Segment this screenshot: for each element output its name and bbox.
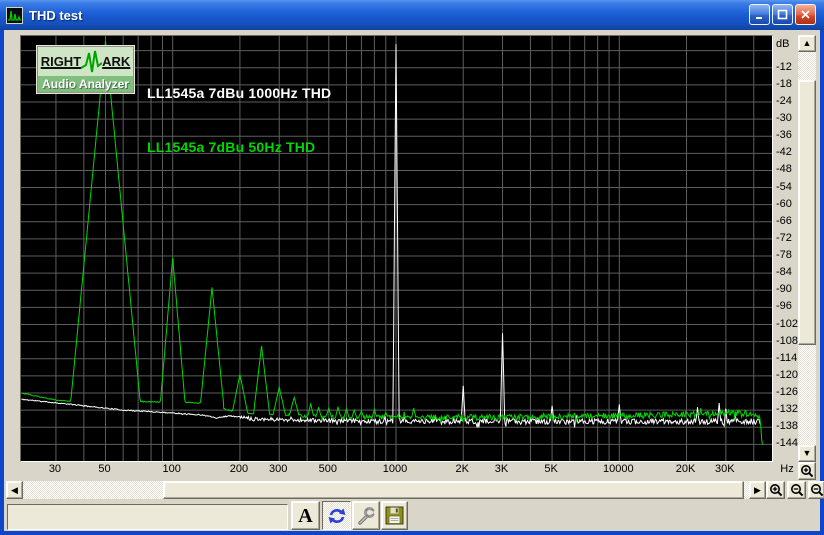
y-tick-label: -72 — [776, 231, 792, 244]
minimize-icon — [756, 17, 762, 19]
x-tick-label: 5K — [544, 463, 558, 475]
plot-legend: LL1545a 7dBu 1000Hz THD LL1545a 7dBu 50H… — [147, 48, 331, 192]
y-tick-label: -24 — [776, 94, 792, 107]
title-bar[interactable]: THD test — [0, 0, 824, 30]
y-tick-label: -114 — [776, 351, 798, 364]
horizontal-scrollbar: ◀ ▶ — [6, 481, 766, 499]
y-tick-label: -42 — [776, 146, 792, 159]
y-tick-label: -48 — [776, 163, 792, 176]
legend-entry-50hz: LL1545a 7dBu 50Hz THD — [147, 139, 316, 155]
x-tick-label: 50 — [98, 463, 111, 475]
y-tick-label: -102 — [776, 317, 799, 330]
logo-subtitle: Audio Analyzer — [38, 76, 133, 92]
scroll-up-button[interactable]: ▲ — [798, 35, 816, 52]
status-bar: Cursor: 7313 Hz, left = -136.28 dB, righ… — [7, 504, 288, 530]
y-tick-label: -12 — [776, 60, 792, 73]
client-area: LL1545a 7dBu 1000Hz THD LL1545a 7dBu 50H… — [4, 30, 824, 531]
vertical-scrollbar: ▲ ▼ — [798, 35, 816, 462]
y-tick-label: -108 — [776, 334, 799, 347]
x-tick-label: 500 — [318, 463, 337, 475]
x-tick-label: 300 — [269, 463, 288, 475]
y-tick-label: -30 — [776, 112, 792, 125]
trace-50hz — [21, 40, 763, 445]
app-window: THD test LL1545a 7dBu 1000Hz THD LL1545a… — [0, 0, 824, 535]
vertical-scroll-thumb[interactable] — [798, 80, 816, 345]
zoom-reset-button[interactable] — [808, 481, 824, 499]
arrow-up-icon: ▲ — [802, 38, 812, 48]
close-button[interactable] — [795, 4, 816, 25]
zoom-in-x-button[interactable] — [766, 481, 785, 499]
x-tick-label: 100 — [162, 463, 181, 475]
y-tick-label: -144 — [776, 437, 799, 450]
maximize-button[interactable] — [772, 4, 793, 25]
y-axis-labels: dB -12 -18 -24 -30 -36 -42 -48 -54 -60 -66 -72 -78 -… — [773, 35, 801, 462]
y-axis-unit: dB — [776, 38, 790, 50]
y-tick-label: -18 — [776, 77, 792, 90]
x-tick-label: 3K — [494, 463, 509, 475]
refresh-button[interactable] — [322, 501, 351, 530]
close-icon — [801, 10, 810, 19]
zoom-out-icon — [810, 484, 823, 497]
app-icon — [6, 6, 23, 24]
x-tick-label: 30 — [48, 463, 62, 475]
y-tick-label: -90 — [776, 283, 792, 296]
y-tick-label: -138 — [776, 420, 799, 433]
scroll-right-button[interactable]: ▶ — [749, 481, 766, 499]
y-tick-label: -126 — [776, 385, 799, 398]
rightmark-logo: RIGHT ARK Audio Analyzer — [37, 46, 134, 93]
spectrum-plot[interactable]: LL1545a 7dBu 1000Hz THD LL1545a 7dBu 50H… — [20, 35, 773, 462]
zoom-in-icon — [801, 465, 814, 478]
window-title: THD test — [29, 7, 83, 23]
minimize-button[interactable] — [749, 4, 770, 25]
zoom-in-icon — [769, 484, 782, 497]
y-tick-label: -66 — [776, 214, 792, 227]
font-button[interactable]: A — [291, 501, 320, 530]
y-tick-label: -132 — [776, 403, 799, 416]
x-tick-label: 20K — [675, 463, 696, 475]
x-axis-labels: 30 50 100 200 300 500 1000 2K 3K 5K 10000 20K 30K — [20, 461, 773, 479]
legend-entry-1000hz: LL1545a 7dBu 1000Hz THD — [147, 85, 332, 101]
zoom-out-x-button[interactable] — [787, 481, 806, 499]
logo-waveform-icon — [81, 50, 103, 72]
save-button[interactable] — [381, 501, 408, 530]
wrench-icon — [358, 506, 376, 525]
y-tick-label: -120 — [776, 368, 799, 381]
horizontal-scroll-thumb[interactable] — [163, 481, 744, 499]
scroll-left-button[interactable]: ◀ — [6, 481, 23, 499]
y-tick-label: -60 — [776, 197, 792, 210]
x-tick-label: 200 — [229, 463, 249, 475]
x-axis-unit: Hz — [780, 463, 794, 475]
spectrum-canvas — [21, 36, 772, 461]
y-tick-label: -78 — [776, 249, 792, 262]
x-tick-label: 2K — [455, 463, 469, 475]
y-tick-label: -84 — [776, 266, 792, 279]
arrow-left-icon: ◀ — [11, 484, 18, 495]
font-letter: A — [298, 504, 313, 527]
arrow-right-icon: ▶ — [754, 484, 761, 495]
scroll-down-button[interactable]: ▼ — [798, 445, 816, 462]
maximize-icon — [777, 9, 788, 20]
zoom-in-y-button[interactable] — [798, 462, 816, 480]
x-tick-label: 10000 — [603, 463, 634, 475]
logo-word-right: RIGHT — [40, 54, 82, 69]
save-floppy-icon — [385, 506, 404, 525]
y-tick-label: -54 — [776, 180, 792, 193]
arrow-down-icon: ▼ — [802, 448, 812, 458]
zoom-out-icon — [790, 484, 803, 497]
logo-word-ark: ARK — [102, 54, 131, 69]
y-tick-label: -96 — [776, 300, 792, 313]
y-tick-label: -36 — [776, 129, 792, 142]
refresh-icon — [328, 508, 345, 523]
x-tick-label: 30K — [715, 463, 735, 475]
setup-button[interactable] — [352, 501, 380, 530]
x-tick-label: 1000 — [382, 463, 408, 475]
